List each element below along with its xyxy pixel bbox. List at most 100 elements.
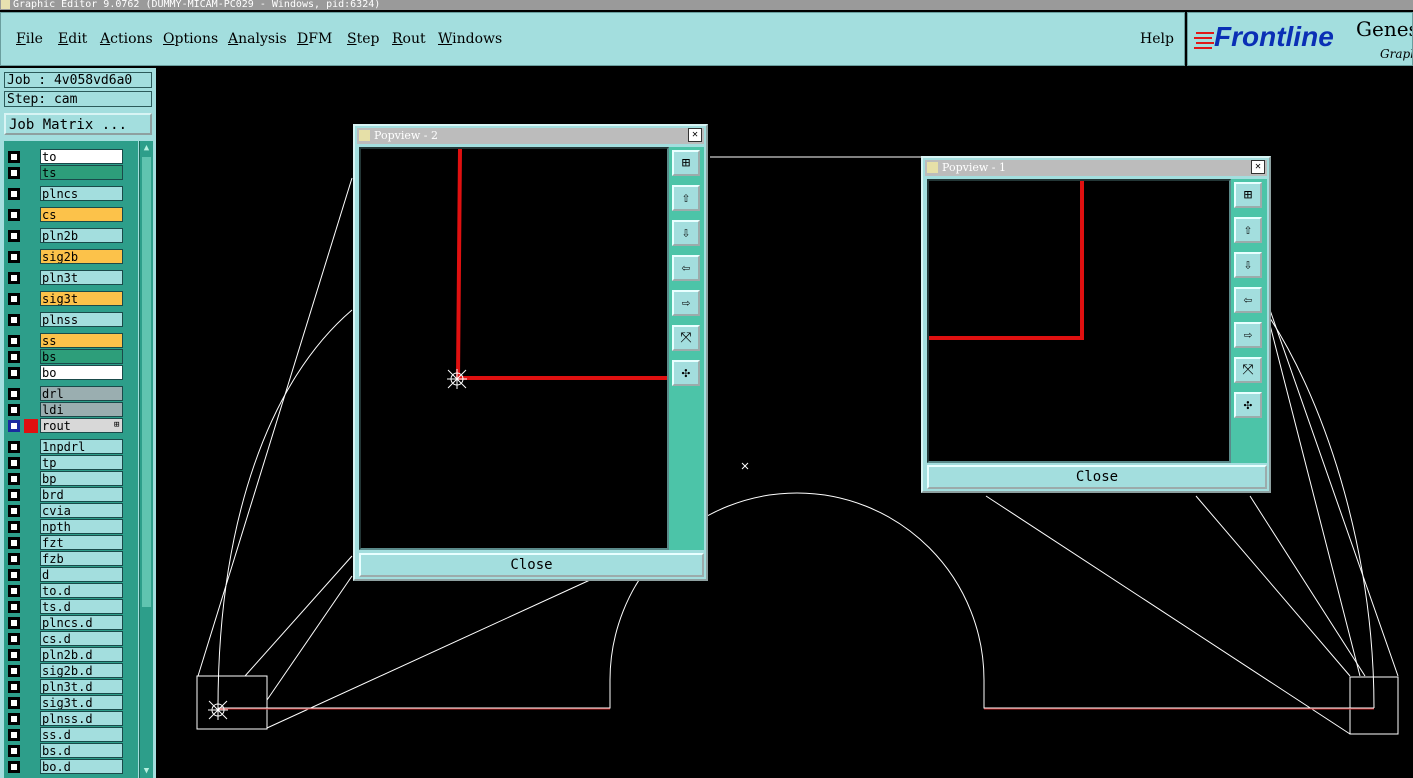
layer-checkbox[interactable] xyxy=(8,537,20,549)
layer-checkbox[interactable] xyxy=(8,713,20,725)
layer-row[interactable]: drl xyxy=(4,386,138,402)
layer-row[interactable]: to.d xyxy=(4,583,138,599)
menu-help[interactable]: Help xyxy=(1140,31,1174,47)
layer-name[interactable]: d xyxy=(40,567,123,582)
layer-row[interactable]: npth xyxy=(4,519,138,535)
layer-checkbox[interactable] xyxy=(8,404,20,416)
layer-name[interactable]: pln2b xyxy=(40,228,123,243)
layer-row[interactable]: tp xyxy=(4,455,138,471)
layer-checkbox[interactable] xyxy=(8,367,20,379)
layer-checkbox[interactable] xyxy=(8,729,20,741)
layer-checkbox[interactable] xyxy=(8,633,20,645)
layer-row[interactable]: ss xyxy=(4,333,138,349)
layer-checkbox[interactable] xyxy=(8,505,20,517)
layer-name[interactable]: to xyxy=(40,149,123,164)
layer-row[interactable]: bs xyxy=(4,349,138,365)
zoom-out-icon[interactable]: ✣ xyxy=(672,360,700,386)
layer-name[interactable]: sig2b xyxy=(40,249,123,264)
layer-row[interactable]: ldi xyxy=(4,402,138,418)
layer-list[interactable]: to ts plncs cs pln2b sig2b pln3t sig3t plnss ss bs… xyxy=(4,141,138,778)
menu-rout[interactable]: Rout xyxy=(392,31,426,47)
layer-checkbox[interactable] xyxy=(8,489,20,501)
pan-right-icon[interactable]: ⇨ xyxy=(1234,322,1262,348)
layer-row[interactable]: pln3t.d xyxy=(4,679,138,695)
layer-checkbox[interactable] xyxy=(8,272,20,284)
layer-checkbox[interactable] xyxy=(8,697,20,709)
layer-row[interactable]: pln3t xyxy=(4,270,138,286)
menu-analysis[interactable]: Analysis xyxy=(228,31,287,47)
layer-checkbox[interactable] xyxy=(8,251,20,263)
layer-row[interactable]: sig2b.d xyxy=(4,663,138,679)
layer-checkbox[interactable] xyxy=(8,601,20,613)
layer-checkbox[interactable] xyxy=(8,151,20,163)
layer-name[interactable]: fzt xyxy=(40,535,123,550)
scroll-up-icon[interactable]: ▲ xyxy=(141,142,152,154)
layer-name[interactable]: bs xyxy=(40,349,123,364)
pan-left-icon[interactable]: ⇦ xyxy=(1234,287,1262,313)
zoom-fit-icon[interactable]: ⤧ xyxy=(672,325,700,351)
popview-2-titlebar[interactable]: Popview - 2 xyxy=(357,128,704,144)
menu-file[interactable]: File xyxy=(16,31,43,47)
layer-name[interactable]: sig3t.d xyxy=(40,695,123,710)
layer-row[interactable]: pln2b xyxy=(4,228,138,244)
zoom-out-icon[interactable]: ✣ xyxy=(1234,392,1262,418)
layer-list-scrollbar[interactable]: ▲ ▼ xyxy=(139,141,153,778)
popview-2-viewport[interactable] xyxy=(359,147,669,550)
layer-name[interactable]: plncs.d xyxy=(40,615,123,630)
layer-row[interactable]: fzb xyxy=(4,551,138,567)
layer-name[interactable]: to.d xyxy=(40,583,123,598)
layer-row[interactable]: plnss.d xyxy=(4,711,138,727)
layer-name[interactable]: ts.d xyxy=(40,599,123,614)
pan-up-icon[interactable]: ⇧ xyxy=(1234,217,1262,243)
layer-name[interactable]: ts xyxy=(40,165,123,180)
layer-row[interactable]: ts xyxy=(4,165,138,181)
layer-row[interactable]: sig2b xyxy=(4,249,138,265)
menu-options[interactable]: Options xyxy=(163,31,218,47)
menu-actions[interactable]: Actions xyxy=(100,31,153,47)
layer-checkbox[interactable] xyxy=(8,420,20,432)
layer-name[interactable]: brd xyxy=(40,487,123,502)
layer-name[interactable]: pln2b.d xyxy=(40,647,123,662)
expand-icon[interactable]: ⊞ xyxy=(114,418,119,433)
layer-checkbox[interactable] xyxy=(8,441,20,453)
popview-1-viewport[interactable] xyxy=(927,179,1231,463)
layer-row[interactable]: sig3t.d xyxy=(4,695,138,711)
layer-name[interactable]: ldi xyxy=(40,402,123,417)
layer-row[interactable]: plncs.d xyxy=(4,615,138,631)
layer-checkbox[interactable] xyxy=(8,681,20,693)
layer-row[interactable]: bo xyxy=(4,365,138,381)
layer-name[interactable]: ss xyxy=(40,333,123,348)
layer-name[interactable]: plnss.d xyxy=(40,711,123,726)
popview-1-close-button[interactable]: Close xyxy=(927,465,1267,489)
layer-checkbox[interactable] xyxy=(8,761,20,773)
pan-right-icon[interactable]: ⇨ xyxy=(672,290,700,316)
layer-checkbox[interactable] xyxy=(8,230,20,242)
layer-checkbox[interactable] xyxy=(8,665,20,677)
layer-checkbox[interactable] xyxy=(8,351,20,363)
layer-checkbox[interactable] xyxy=(8,553,20,565)
layer-name[interactable]: npth xyxy=(40,519,123,534)
layer-row[interactable]: rout ⊞ xyxy=(4,418,138,434)
layer-row[interactable]: cvia xyxy=(4,503,138,519)
layer-checkbox[interactable] xyxy=(8,188,20,200)
layer-checkbox[interactable] xyxy=(8,617,20,629)
layer-name[interactable]: rout xyxy=(40,418,123,433)
layer-checkbox[interactable] xyxy=(8,457,20,469)
pan-down-icon[interactable]: ⇩ xyxy=(672,220,700,246)
zoom-in-icon[interactable]: ⊞ xyxy=(1234,182,1262,208)
layer-checkbox[interactable] xyxy=(8,521,20,533)
layer-name[interactable]: cs.d xyxy=(40,631,123,646)
layer-row[interactable]: pln2b.d xyxy=(4,647,138,663)
zoom-fit-icon[interactable]: ⤧ xyxy=(1234,357,1262,383)
layer-name[interactable]: bp xyxy=(40,471,123,486)
layer-name[interactable]: pln3t.d xyxy=(40,679,123,694)
layer-row[interactable]: bs.d xyxy=(4,743,138,759)
layer-row[interactable]: cs.d xyxy=(4,631,138,647)
layer-row[interactable]: bo.d xyxy=(4,759,138,775)
layer-checkbox[interactable] xyxy=(8,569,20,581)
layer-checkbox[interactable] xyxy=(8,473,20,485)
layer-name[interactable]: bo xyxy=(40,365,123,380)
layer-checkbox[interactable] xyxy=(8,649,20,661)
menu-step[interactable]: Step xyxy=(347,31,379,47)
layer-name[interactable]: pln3t xyxy=(40,270,123,285)
